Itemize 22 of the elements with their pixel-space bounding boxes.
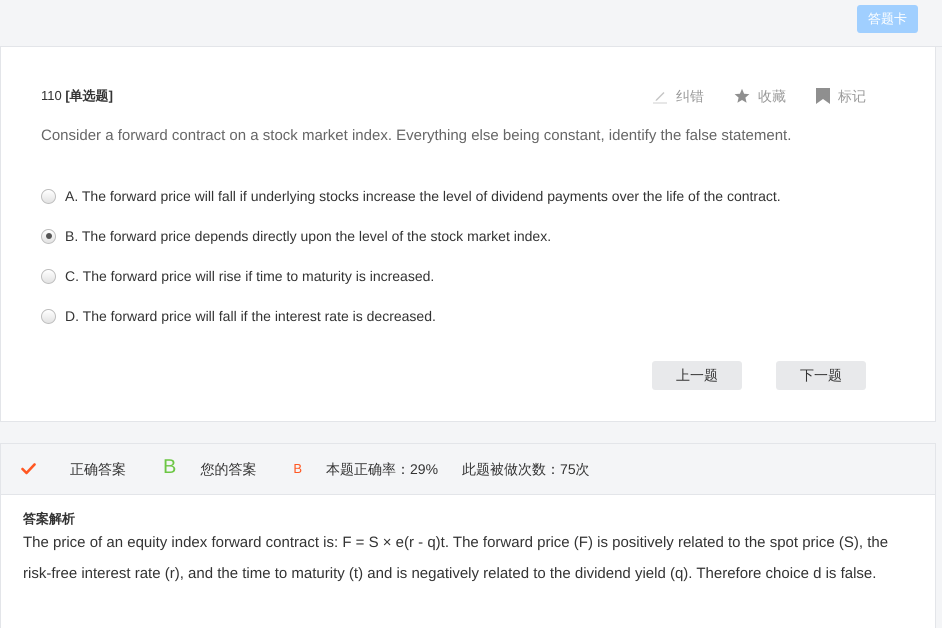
option-label[interactable]: C. The forward price will rise if time to maturity is increased. [65,266,434,286]
bookmark-icon [816,88,830,104]
accuracy-rate: 本题正确率：29% [326,460,438,478]
radio-button[interactable] [41,308,56,324]
your-answer-letter: B [293,460,302,478]
radio-button[interactable] [41,268,56,284]
option-label[interactable]: B. The forward price depends directly upon the level of the stock market index. [65,226,552,246]
next-question-button[interactable]: 下一题 [776,361,866,390]
question-stem: Consider a forward contract on a stock market index. Everything else being constant, identify the false statement. [41,126,792,146]
analysis-text: The price of an equity index forward contract is: F = S × e(r - q)t. The forward price (F) is positively related to the spot price (S), the risk-free interest rate (r), and the time to maturity (t) and is negatively related to the dividend yield (q). Therefore choice d is false. [23,533,890,584]
option-label[interactable]: A. The forward price will fall if underlying stocks increase the level of dividend payments over the life of the contract. [65,186,781,206]
radio-button[interactable] [41,228,56,244]
radio-button[interactable] [41,188,56,204]
your-answer-label: 您的答案 [200,460,256,478]
correct-answer-letter: B [163,455,176,479]
option-label[interactable]: D. The forward price will fall if the interest rate is decreased. [65,306,436,326]
previous-question-button[interactable]: 上一题 [652,361,742,390]
attempt-count: 此题被做次数：75次 [462,460,590,478]
analysis-title: 答案解析 [23,510,76,527]
question-title: 110 [单选题] [41,87,114,105]
star-icon [734,88,750,104]
correct-answer-label: 正确答案 [70,460,126,478]
